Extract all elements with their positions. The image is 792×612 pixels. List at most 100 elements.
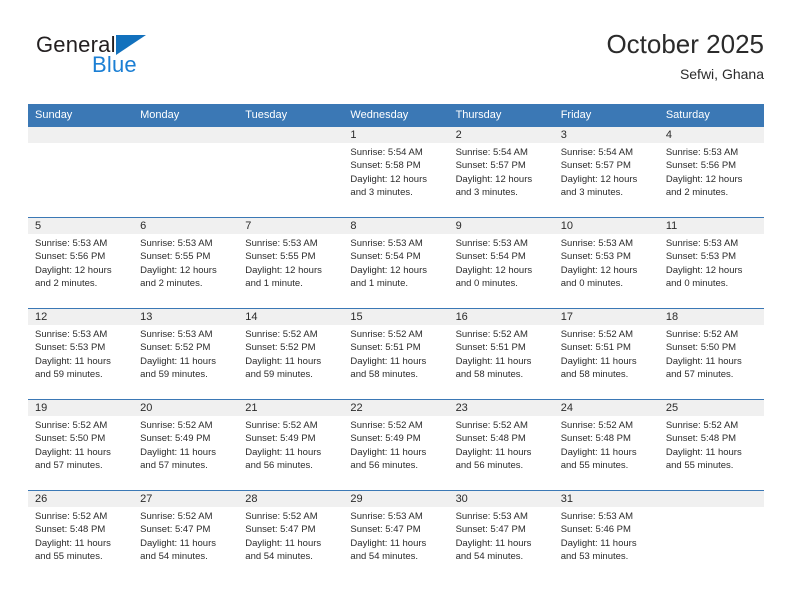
general-blue-logo[interactable]: General Blue [36,32,236,88]
calendar-day-cell[interactable]: 22 Sunrise: 5:52 AM Sunset: 5:49 PM Dayligh… [343,400,449,490]
day-number: 30 [448,491,554,507]
day-number: 26 [28,491,134,507]
sunset-text: Sunset: 5:54 PM [350,251,421,263]
daylight-text: Daylight: 12 hours and 3 minutes. [455,173,533,198]
day-number: 10 [553,218,659,234]
day-sun-info: Sunrise: 5:52 AM Sunset: 5:48 PM Daylight:… [554,416,659,472]
day-number: 27 [133,491,239,507]
sunrise-text: Sunrise: 5:52 AM [140,511,213,522]
sunset-text: Sunset: 5:54 PM [455,251,526,263]
day-sun-info: Sunrise: 5:53 AM Sunset: 5:54 PM Daylight:… [343,234,448,290]
sunset-text: Sunset: 5:47 PM [455,524,526,536]
day-number: 22 [343,400,449,416]
daylight-text: Daylight: 12 hours and 0 minutes. [455,264,533,289]
weekday-header-row: Sunday Monday Tuesday Wednesday Thursday… [28,104,764,127]
day-sun-info: Sunrise: 5:52 AM Sunset: 5:51 PM Daylight:… [343,325,448,381]
day-number [238,127,344,143]
calendar-day-cell[interactable]: 1 Sunrise: 5:54 AM Sunset: 5:58 PM Daylight… [343,127,449,217]
day-number: 4 [658,127,764,143]
sunset-text: Sunset: 5:48 PM [665,433,737,445]
daylight-text: Daylight: 11 hours and 55 minutes. [35,537,111,562]
calendar-day-cell[interactable]: 4 Sunrise: 5:53 AM Sunset: 5:56 PM Daylight… [658,127,764,217]
daylight-text: Daylight: 11 hours and 54 minutes. [245,537,322,562]
calendar-day-cell[interactable]: 27 Sunrise: 5:52 AM Sunset: 5:47 PM Dayligh… [133,491,239,581]
daylight-text: Daylight: 11 hours and 57 minutes. [140,446,217,471]
sunrise-text: Sunrise: 5:53 AM [455,238,528,249]
sunset-text: Sunset: 5:53 PM [35,342,106,354]
sunrise-text: Sunrise: 5:53 AM [245,238,318,249]
calendar-day-cell[interactable]: 3 Sunrise: 5:54 AM Sunset: 5:57 PM Daylight… [553,127,659,217]
sunset-text: Sunset: 5:53 PM [665,251,737,263]
calendar-day-cell[interactable]: 14 Sunrise: 5:52 AM Sunset: 5:52 PM Dayligh… [238,309,344,399]
day-sun-info: Sunrise: 5:52 AM Sunset: 5:47 PM Daylight:… [133,507,238,563]
calendar-day-cell[interactable]: 17 Sunrise: 5:52 AM Sunset: 5:51 PM Dayligh… [553,309,659,399]
day-number: 21 [238,400,344,416]
day-sun-info: Sunrise: 5:53 AM Sunset: 5:55 PM Daylight:… [238,234,343,290]
calendar-day-cell[interactable]: 12 Sunrise: 5:53 AM Sunset: 5:53 PM Dayligh… [28,309,134,399]
day-number: 7 [238,218,344,234]
calendar-day-cell[interactable]: 2 Sunrise: 5:54 AM Sunset: 5:57 PM Daylight… [448,127,554,217]
calendar-day-cell[interactable]: 10 Sunrise: 5:53 AM Sunset: 5:53 PM Dayligh… [553,218,659,308]
day-sun-info: Sunrise: 5:52 AM Sunset: 5:51 PM Daylight:… [449,325,554,381]
calendar-day-cell[interactable]: 5 Sunrise: 5:53 AM Sunset: 5:56 PM Daylight… [28,218,134,308]
calendar-day-cell[interactable]: 20 Sunrise: 5:52 AM Sunset: 5:49 PM Dayligh… [133,400,239,490]
calendar-day-cell[interactable]: 26 Sunrise: 5:52 AM Sunset: 5:48 PM Dayligh… [28,491,134,581]
daylight-text: Daylight: 11 hours and 59 minutes. [35,355,111,380]
day-sun-info: Sunrise: 5:52 AM Sunset: 5:49 PM Daylight:… [343,416,448,472]
logo-text-blue: Blue [92,52,137,77]
day-number: 3 [553,127,659,143]
sunrise-text: Sunrise: 5:54 AM [350,147,423,158]
calendar-day-cell[interactable]: 29 Sunrise: 5:53 AM Sunset: 5:47 PM Dayligh… [343,491,449,581]
day-number: 24 [553,400,659,416]
day-number: 20 [133,400,239,416]
calendar-day-cell[interactable]: 13 Sunrise: 5:53 AM Sunset: 5:52 PM Dayligh… [133,309,239,399]
day-sun-info: Sunrise: 5:53 AM Sunset: 5:55 PM Daylight:… [133,234,238,290]
calendar-day-cell[interactable]: 6 Sunrise: 5:53 AM Sunset: 5:55 PM Daylight… [133,218,239,308]
calendar-day-cell[interactable]: 11 Sunrise: 5:53 AM Sunset: 5:53 PM Dayligh… [658,218,764,308]
daylight-text: Daylight: 11 hours and 54 minutes. [140,537,217,562]
day-number: 15 [343,309,449,325]
calendar-day-cell[interactable]: 18 Sunrise: 5:52 AM Sunset: 5:50 PM Dayligh… [658,309,764,399]
calendar-day-cell[interactable]: 21 Sunrise: 5:52 AM Sunset: 5:49 PM Dayligh… [238,400,344,490]
day-sun-info: Sunrise: 5:52 AM Sunset: 5:48 PM Daylight:… [449,416,554,472]
day-number: 2 [448,127,554,143]
calendar-day-cell[interactable]: 30 Sunrise: 5:53 AM Sunset: 5:47 PM Dayligh… [448,491,554,581]
day-number: 29 [343,491,449,507]
sunrise-text: Sunrise: 5:52 AM [245,511,318,522]
calendar-day-cell[interactable]: 15 Sunrise: 5:52 AM Sunset: 5:51 PM Dayligh… [343,309,449,399]
calendar-day-cell-empty [133,127,239,217]
sunrise-text: Sunrise: 5:53 AM [560,238,634,249]
sunrise-text: Sunrise: 5:52 AM [35,511,108,522]
day-number: 16 [448,309,554,325]
daylight-text: Daylight: 11 hours and 57 minutes. [35,446,111,471]
day-sun-info: Sunrise: 5:52 AM Sunset: 5:48 PM Daylight:… [28,507,133,563]
sunrise-text: Sunrise: 5:53 AM [350,511,423,522]
calendar-day-cell[interactable]: 19 Sunrise: 5:52 AM Sunset: 5:50 PM Dayligh… [28,400,134,490]
calendar-day-cell[interactable]: 8 Sunrise: 5:53 AM Sunset: 5:54 PM Daylight… [343,218,449,308]
calendar-day-cell[interactable]: 24 Sunrise: 5:52 AM Sunset: 5:48 PM Dayligh… [553,400,659,490]
calendar-day-cell[interactable]: 31 Sunrise: 5:53 AM Sunset: 5:46 PM Dayligh… [553,491,659,581]
calendar-day-cell[interactable]: 28 Sunrise: 5:52 AM Sunset: 5:47 PM Dayligh… [238,491,344,581]
sunrise-text: Sunrise: 5:53 AM [35,238,108,249]
sunrise-text: Sunrise: 5:52 AM [350,329,423,340]
daylight-text: Daylight: 12 hours and 0 minutes. [665,264,743,289]
sunrise-text: Sunrise: 5:52 AM [560,420,634,431]
sunrise-text: Sunrise: 5:52 AM [455,329,528,340]
page-title: October 2025 [606,29,764,59]
calendar-day-cell[interactable]: 23 Sunrise: 5:52 AM Sunset: 5:48 PM Dayligh… [448,400,554,490]
day-number: 18 [658,309,764,325]
day-sun-info: Sunrise: 5:53 AM Sunset: 5:53 PM Daylight:… [659,234,764,290]
day-sun-info: Sunrise: 5:53 AM Sunset: 5:53 PM Daylight:… [554,234,659,290]
calendar-day-cell[interactable]: 7 Sunrise: 5:53 AM Sunset: 5:55 PM Daylight… [238,218,344,308]
day-number: 31 [553,491,659,507]
day-sun-info: Sunrise: 5:52 AM Sunset: 5:47 PM Daylight:… [238,507,343,563]
day-sun-info: Sunrise: 5:54 AM Sunset: 5:57 PM Daylight:… [449,143,554,199]
sunset-text: Sunset: 5:47 PM [350,524,421,536]
day-number: 13 [133,309,239,325]
calendar-day-cell[interactable]: 25 Sunrise: 5:52 AM Sunset: 5:48 PM Dayligh… [658,400,764,490]
calendar-day-cell[interactable]: 9 Sunrise: 5:53 AM Sunset: 5:54 PM Daylight… [448,218,554,308]
sunset-text: Sunset: 5:52 PM [245,342,316,354]
day-number: 28 [238,491,344,507]
daylight-text: Daylight: 11 hours and 54 minutes. [350,537,427,562]
calendar-day-cell[interactable]: 16 Sunrise: 5:52 AM Sunset: 5:51 PM Dayligh… [448,309,554,399]
